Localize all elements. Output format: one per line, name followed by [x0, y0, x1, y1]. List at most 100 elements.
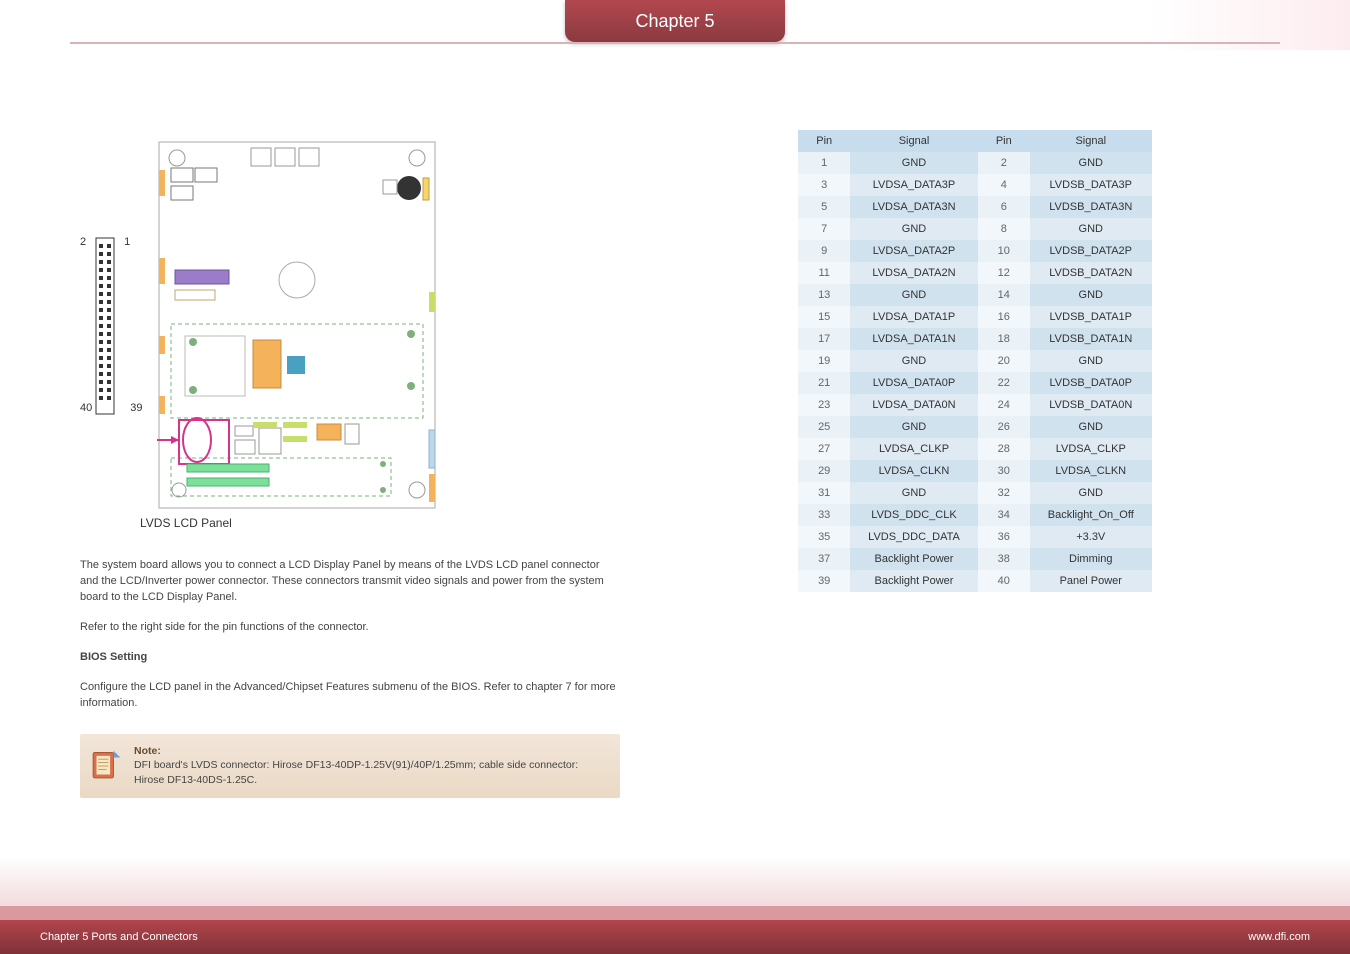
signal-cell: LVDSA_CLKP	[850, 438, 978, 460]
pin-cell: 11	[798, 262, 850, 284]
table-row: 11LVDSA_DATA2N12LVDSB_DATA2N	[798, 262, 1152, 284]
signal-cell: GND	[850, 152, 978, 174]
table-row: 9LVDSA_DATA2P10LVDSB_DATA2P	[798, 240, 1152, 262]
pin-cell: 40	[978, 570, 1030, 592]
signal-cell: LVDSA_CLKN	[850, 460, 978, 482]
th-pin-b: Pin	[978, 130, 1030, 152]
table-row: 13GND14GND	[798, 284, 1152, 306]
pin-cell: 1	[798, 152, 850, 174]
note-box: Note: DFI board's LVDS connector: Hirose…	[80, 734, 620, 798]
pin-cell: 23	[798, 394, 850, 416]
table-row: 19GND20GND	[798, 350, 1152, 372]
pin-cell: 29	[798, 460, 850, 482]
connector-icon	[90, 236, 120, 416]
pin-cell: 7	[798, 218, 850, 240]
pin-cell: 34	[978, 504, 1030, 526]
table-row: 21LVDSA_DATA0P22LVDSB_DATA0P	[798, 372, 1152, 394]
pin-cell: 3	[798, 174, 850, 196]
table-row: 37Backlight Power38Dimming	[798, 548, 1152, 570]
content-area: 2	[80, 100, 1270, 864]
bios-heading: BIOS Setting	[80, 650, 620, 666]
signal-cell: LVDSA_DATA2P	[850, 240, 978, 262]
signal-cell: LVDSB_DATA0N	[1030, 394, 1152, 416]
pin-label-1: 1	[124, 236, 130, 416]
pin-label-40: 40	[80, 402, 92, 414]
pin-cell: 25	[798, 416, 850, 438]
signal-cell: GND	[850, 482, 978, 504]
signal-cell: LVDSA_CLKN	[1030, 460, 1152, 482]
connector-pin-labels: 2	[80, 236, 143, 414]
diagram-caption: LVDS LCD Panel	[140, 516, 620, 530]
body-text: The system board allows you to connect a…	[80, 558, 620, 712]
page-footer: Chapter 5 Ports and Connectors www.dfi.c…	[0, 906, 1350, 954]
note-text: DFI board's LVDS connector: Hirose DF13-…	[134, 758, 606, 787]
pin-cell: 4	[978, 174, 1030, 196]
signal-cell: LVDSA_DATA1N	[850, 328, 978, 350]
page-header: Chapter 5	[0, 0, 1350, 50]
pin-cell: 35	[798, 526, 850, 548]
signal-cell: GND	[850, 350, 978, 372]
signal-cell: Dimming	[1030, 548, 1152, 570]
pin-cell: 27	[798, 438, 850, 460]
pin-label-2: 2	[80, 236, 86, 416]
th-sig-b: Signal	[1030, 130, 1152, 152]
pin-cell: 13	[798, 284, 850, 306]
pin-cell: 14	[978, 284, 1030, 306]
pin-cell: 8	[978, 218, 1030, 240]
signal-cell: LVDSA_DATA3N	[850, 196, 978, 218]
table-row: 39Backlight Power40Panel Power	[798, 570, 1152, 592]
signal-cell: Backlight Power	[850, 570, 978, 592]
pin-cell: 17	[798, 328, 850, 350]
table-row: 29LVDSA_CLKN30LVDSA_CLKN	[798, 460, 1152, 482]
signal-cell: GND	[850, 416, 978, 438]
table-row: 3LVDSA_DATA3P4LVDSB_DATA3P	[798, 174, 1152, 196]
pin-cell: 24	[978, 394, 1030, 416]
signal-cell: GND	[1030, 416, 1152, 438]
signal-cell: LVDSA_DATA0P	[850, 372, 978, 394]
signal-cell: Backlight Power	[850, 548, 978, 570]
signal-cell: GND	[1030, 284, 1152, 306]
signal-cell: LVDSA_DATA3P	[850, 174, 978, 196]
pin-cell: 33	[798, 504, 850, 526]
footer-left: Chapter 5 Ports and Connectors	[40, 931, 198, 943]
pin-cell: 20	[978, 350, 1030, 372]
table-row: 31GND32GND	[798, 482, 1152, 504]
signal-cell: GND	[1030, 482, 1152, 504]
table-row: 23LVDSA_DATA0N24LVDSB_DATA0N	[798, 394, 1152, 416]
signal-cell: LVDS_DDC_CLK	[850, 504, 978, 526]
signal-cell: LVDSB_DATA0P	[1030, 372, 1152, 394]
pin-cell: 28	[978, 438, 1030, 460]
signal-cell: LVDSB_DATA2P	[1030, 240, 1152, 262]
signal-cell: LVDS_DDC_DATA	[850, 526, 978, 548]
signal-cell: GND	[1030, 350, 1152, 372]
pin-cell: 9	[798, 240, 850, 262]
signal-cell: GND	[850, 218, 978, 240]
signal-cell: LVDSA_DATA0N	[850, 394, 978, 416]
pin-cell: 10	[978, 240, 1030, 262]
footer-right: www.dfi.com	[1248, 931, 1310, 943]
signal-cell: LVDSB_DATA3N	[1030, 196, 1152, 218]
pin-cell: 22	[978, 372, 1030, 394]
pin-cell: 30	[978, 460, 1030, 482]
pin-cell: 36	[978, 526, 1030, 548]
pin-cell: 15	[798, 306, 850, 328]
board-icon	[157, 140, 437, 510]
pin-cell: 2	[978, 152, 1030, 174]
table-row: 1GND2GND	[798, 152, 1152, 174]
pin-cell: 37	[798, 548, 850, 570]
pin-cell: 32	[978, 482, 1030, 504]
board-diagram: 2	[80, 140, 620, 510]
signal-cell: LVDSA_DATA1P	[850, 306, 978, 328]
pin-cell: 19	[798, 350, 850, 372]
table-row: 33LVDS_DDC_CLK34Backlight_On_Off	[798, 504, 1152, 526]
pin-cell: 6	[978, 196, 1030, 218]
left-column: 2	[80, 100, 620, 864]
signal-cell: LVDSB_DATA1N	[1030, 328, 1152, 350]
right-column: Pin Signal Pin Signal 1GND2GND3LVDSA_DAT…	[680, 100, 1270, 864]
pin-cell: 21	[798, 372, 850, 394]
signal-cell: Backlight_On_Off	[1030, 504, 1152, 526]
signal-cell: GND	[1030, 152, 1152, 174]
note-title: Note:	[134, 744, 606, 759]
paragraph-2: Refer to the right side for the pin func…	[80, 620, 620, 636]
pinout-table: Pin Signal Pin Signal 1GND2GND3LVDSA_DAT…	[798, 130, 1152, 592]
